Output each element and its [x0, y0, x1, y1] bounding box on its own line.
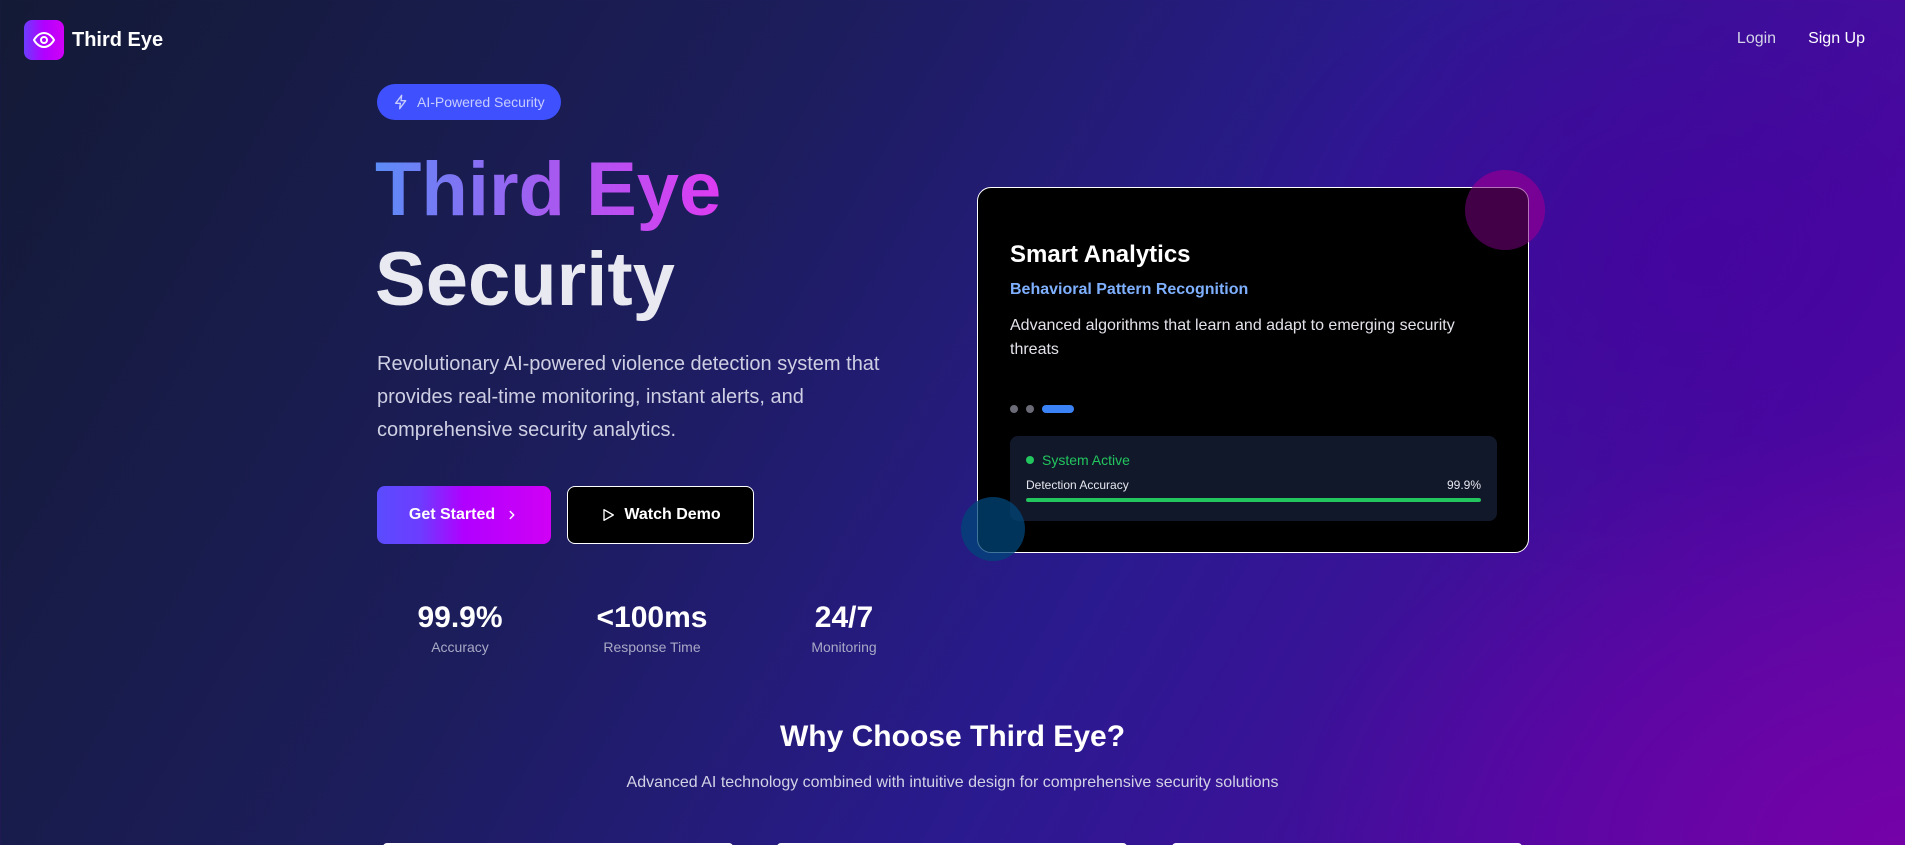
badge-label: AI-Powered Security [417, 94, 545, 110]
status-text: System Active [1042, 452, 1130, 468]
brand-name: Third Eye [72, 28, 164, 51]
system-status: System Active [1026, 452, 1481, 468]
watch-demo-button[interactable]: Watch Demo [567, 486, 754, 544]
system-status-panel: System Active Detection Accuracy 99.9% [1010, 436, 1497, 521]
stat-label: Monitoring [811, 639, 877, 655]
get-started-button[interactable]: Get Started [377, 486, 551, 544]
carousel-indicators [1010, 405, 1074, 413]
accuracy-progress-fill [1026, 498, 1481, 502]
carousel-dot[interactable] [1010, 405, 1018, 413]
decorative-blob [961, 497, 1025, 561]
watch-demo-label: Watch Demo [624, 506, 721, 523]
accuracy-progress-bar [1026, 498, 1481, 502]
section-title: Why Choose Third Eye? [779, 720, 1126, 753]
stat-value: 99.9% [417, 601, 503, 634]
stat-accuracy: 99.9% Accuracy [380, 600, 540, 655]
feature-card: Smart Analytics Behavioral Pattern Recog… [977, 187, 1529, 553]
stat-label: Accuracy [431, 639, 489, 655]
carousel-dot[interactable] [1026, 405, 1034, 413]
ai-badge: AI-Powered Security [377, 84, 561, 120]
hero-title-line2: Security [375, 237, 675, 322]
accuracy-value: 99.9% [1446, 478, 1481, 492]
chevron-right-icon [509, 510, 515, 520]
card-description: Advanced algorithms that learn and adapt… [1010, 317, 1455, 358]
play-icon [603, 509, 615, 521]
status-indicator-icon [1026, 456, 1034, 464]
stat-monitoring: 24/7 Monitoring [764, 600, 924, 655]
eye-icon [33, 32, 55, 48]
carousel-dot-active[interactable] [1042, 405, 1074, 413]
logo-badge [24, 20, 64, 60]
stat-label: Response Time [603, 639, 701, 655]
accuracy-label: Detection Accuracy [1026, 478, 1129, 492]
brand-logo[interactable]: Third Eye [24, 20, 163, 60]
section-subtitle: Advanced AI technology combined with int… [626, 774, 1279, 791]
login-link[interactable]: Login [1737, 30, 1776, 48]
accuracy-row: Detection Accuracy 99.9% [1026, 478, 1481, 492]
get-started-label: Get Started [408, 506, 496, 523]
lightning-icon [395, 94, 407, 110]
card-subtitle: Behavioral Pattern Recognition [1010, 281, 1249, 298]
signup-link[interactable]: Sign Up [1808, 30, 1865, 48]
stat-value: <100ms [596, 601, 708, 634]
card-title: Smart Analytics [1010, 241, 1191, 268]
hero-description: Revolutionary AI-powered violence detect… [377, 353, 880, 441]
stat-value: 24/7 [814, 601, 874, 634]
stat-response-time: <100ms Response Time [572, 600, 732, 655]
hero-title-gradient: Third Eye [375, 147, 722, 232]
top-nav: Login Sign Up [1737, 30, 1865, 48]
